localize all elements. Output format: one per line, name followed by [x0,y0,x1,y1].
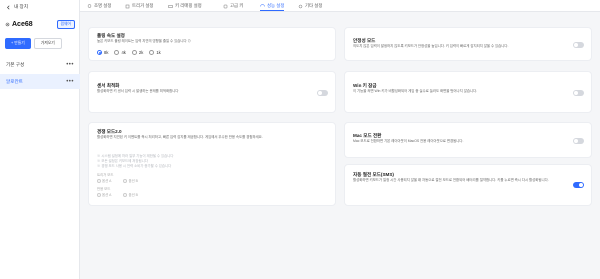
import-profile-button[interactable]: 가져오기 [33,38,62,49]
tab-remap[interactable]: 키 리매핑 설정 [168,1,202,11]
response-mode-options: 옵션 A 옵션 B [97,192,138,198]
settings-tabs: 조명 설정 트리거 설정 키 리매핑 설정 고급 키 성능 설정 기타 설정 [80,0,600,12]
mac-mode-card: Mac 모드 전환 Mac 모드로 전환하면 기본 레이아웃이 MacOS 전용… [344,122,592,158]
trigger-mode-option-a[interactable]: 옵션 A [97,178,112,184]
more-icon[interactable]: ••• [66,79,74,85]
profile-actions: + 만들기 가져오기 [5,38,62,49]
key-icon [223,4,228,9]
light-icon [87,3,92,9]
option-label: 2k [138,50,144,55]
card-description: 활성화하면 키보드가 일정 시간 사용되지 않을 때 자동으로 절전 모드로 전… [353,178,549,182]
stability-mode-toggle[interactable] [573,42,584,48]
option-label: 옵션 B [128,193,138,197]
response-mode-option-b[interactable]: 옵션 B [123,192,138,198]
card-description: 의도치 않은 입력이 발생하지 않도록 키보드가 안정성을 높입니다. 키 입력… [353,44,509,48]
win-key-lock-card: Win 키 잠금 이 기능을 켜면 Win 키가 비활성화되어 게임 중 실수로… [344,71,592,113]
tab-label: 조명 설정 [94,3,112,8]
trigger-mode-label: 트리거 모드 [97,173,114,177]
back-label: 내 장치 [14,4,28,9]
tab-label: 기타 설정 [305,3,323,8]
gear-icon[interactable] [5,22,10,27]
polling-rate-card: 폴링 속도 설정 높은 키보드 폴링 레이트는 입력 지연의 영향을 줄일 수 … [88,27,336,61]
back-button[interactable]: 내 장치 [6,4,28,10]
option-label: 옵션 A [102,179,112,183]
stability-mode-card: 안정성 모드 의도치 않은 입력이 발생하지 않도록 키보드가 안정성을 높입니… [344,27,592,61]
tab-label: 성능 설정 [267,2,285,8]
device-header: Ace68 펌웨어 [5,20,75,29]
competitive-mode-card: 경쟁 모드2.0 활성화하면 지연된 키 이벤트를 즉시 처리하고, 빠른 입력… [88,122,336,206]
option-label: 옵션 A [102,193,112,197]
sidebar-item-default[interactable]: 기본 구성 ••• [0,57,80,72]
response-mode-label: 반응 모드 [97,187,111,191]
tab-label: 트리거 설정 [132,3,154,8]
tab-label: 고급 키 [230,3,244,8]
tab-lighting[interactable]: 조명 설정 [87,1,111,11]
note-line: ※ 경쟁 모드 사용 시 전력 소비가 증가할 수 있습니다 [97,164,172,168]
sidebar-item-profile[interactable]: 알로칸트 ••• [0,74,80,89]
mac-mode-toggle[interactable] [573,138,584,144]
auto-sleep-card: 자동 절전 모드(SMS) 활성화하면 키보드가 일정 시간 사용되지 않을 때… [344,164,592,206]
polling-rate-options: 8k 4k 2k 1k [97,50,161,55]
tab-other[interactable]: 기타 설정 [298,1,322,11]
option-label: 옵션 B [128,179,138,183]
device-name: Ace68 [12,21,33,28]
polling-option-4k[interactable]: 4k [114,50,126,55]
card-description: 높은 키보드 폴링 레이트는 입력 지연의 영향을 줄일 수 있습니다 ⊙ [97,39,191,43]
response-mode-option-a[interactable]: 옵션 A [97,192,112,198]
more-icon[interactable]: ••• [66,62,74,68]
polling-option-1k[interactable]: 1k [149,50,161,55]
sensor-optimization-toggle[interactable] [317,90,328,96]
settings-icon [298,4,303,9]
sidebar-item-label: 기본 구성 [6,61,25,67]
card-description: 이 기능을 켜면 Win 키가 비활성화되어 게임 중 실수로 눌러도 화면을 … [353,89,478,93]
chevron-left-icon [7,5,10,9]
tab-trigger[interactable]: 트리거 설정 [125,1,153,11]
win-key-lock-toggle[interactable] [573,90,584,96]
option-label: 4k [121,50,126,55]
sensor-optimization-card: 센서 최적화 활성화하면 키 센서 입력 시 발생하는 문제를 최적화합니다 [88,71,336,113]
tab-label: 키 리매핑 설정 [175,3,202,8]
option-label: 8k [104,50,109,55]
firmware-badge[interactable]: 펌웨어 [56,20,75,29]
tab-advanced[interactable]: 고급 키 [223,1,243,11]
sidebar-item-label: 알로칸트 [6,78,23,84]
sidebar: 내 장치 Ace68 펌웨어 + 만들기 가져오기 기본 구성 ••• 알로칸트… [0,0,80,279]
tab-performance[interactable]: 성능 설정 [260,1,285,11]
keyboard-icon [168,4,173,9]
create-profile-button[interactable]: + 만들기 [5,38,31,49]
auto-sleep-toggle[interactable] [573,182,584,188]
polling-option-8k[interactable]: 8k [97,50,108,55]
trigger-mode-options: 옵션 A 옵션 B [97,178,138,184]
card-description: 활성화하면 지연된 키 이벤트를 즉시 처리하고, 빠른 입력 감지를 제공합니… [97,135,263,139]
card-description: Mac 모드로 전환하면 기본 레이아웃이 MacOS 전용 레이아웃으로 변경… [353,139,464,143]
card-description: 활성화하면 키 센서 입력 시 발생하는 문제를 최적화합니다 [97,89,179,93]
polling-option-2k[interactable]: 2k [131,50,144,55]
speed-icon [260,3,265,8]
option-label: 1k [156,50,161,55]
trigger-mode-option-b[interactable]: 옵션 B [123,178,138,184]
trigger-icon [125,4,130,9]
